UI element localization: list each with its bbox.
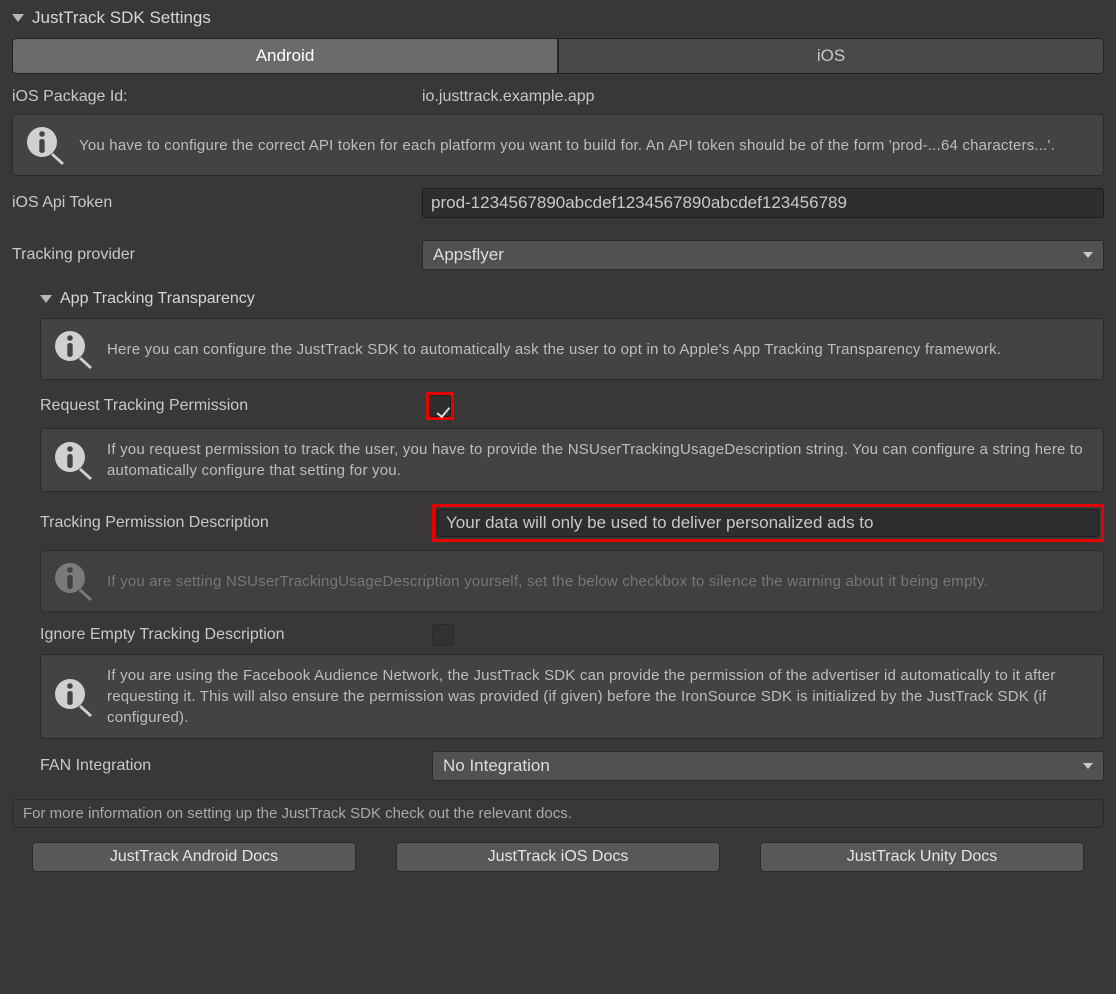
tracking-description-label: Tracking Permission Description bbox=[40, 514, 432, 532]
info-att-intro-text: Here you can configure the JustTrack SDK… bbox=[107, 339, 1001, 360]
info-api-token-text: You have to configure the correct API to… bbox=[79, 135, 1055, 156]
tab-android[interactable]: Android bbox=[12, 38, 558, 74]
info-icon bbox=[25, 125, 65, 165]
highlight-marker bbox=[426, 392, 454, 420]
collapse-toggle-icon[interactable] bbox=[12, 14, 24, 22]
android-docs-button[interactable]: JustTrack Android Docs bbox=[32, 842, 356, 872]
collapse-toggle-icon[interactable] bbox=[40, 295, 52, 303]
request-permission-checkbox[interactable] bbox=[429, 395, 451, 417]
att-title: App Tracking Transparency bbox=[60, 290, 255, 308]
tracking-provider-dropdown[interactable]: Appsflyer bbox=[422, 240, 1104, 270]
fan-integration-row: FAN Integration No Integration bbox=[40, 751, 1104, 781]
ios-docs-button[interactable]: JustTrack iOS Docs bbox=[396, 842, 720, 872]
footer-note: For more information on setting up the J… bbox=[12, 799, 1104, 828]
ignore-empty-checkbox[interactable] bbox=[432, 624, 454, 646]
request-permission-row: Request Tracking Permission bbox=[40, 392, 1104, 420]
highlight-marker bbox=[432, 504, 1104, 542]
att-header: App Tracking Transparency bbox=[40, 290, 1104, 308]
info-ignore-text: If you are setting NSUserTrackingUsageDe… bbox=[107, 571, 988, 592]
page-title: JustTrack SDK Settings bbox=[32, 8, 211, 28]
tracking-description-row: Tracking Permission Description bbox=[40, 504, 1104, 542]
tracking-provider-row: Tracking provider Appsflyer bbox=[12, 240, 1104, 270]
info-att-intro: Here you can configure the JustTrack SDK… bbox=[40, 318, 1104, 380]
ignore-empty-label: Ignore Empty Tracking Description bbox=[40, 626, 432, 644]
ignore-empty-row: Ignore Empty Tracking Description bbox=[40, 624, 1104, 646]
request-permission-label: Request Tracking Permission bbox=[40, 397, 426, 415]
settings-panel: JustTrack SDK Settings Android iOS iOS P… bbox=[0, 0, 1116, 890]
info-icon bbox=[53, 440, 93, 480]
package-id-label: iOS Package Id: bbox=[12, 88, 422, 106]
info-icon bbox=[53, 677, 93, 717]
tracking-description-input[interactable] bbox=[437, 509, 1099, 537]
tab-ios[interactable]: iOS bbox=[558, 38, 1104, 74]
api-token-label: iOS Api Token bbox=[12, 194, 422, 212]
att-section: App Tracking Transparency Here you can c… bbox=[12, 290, 1104, 781]
docs-buttons: JustTrack Android Docs JustTrack iOS Doc… bbox=[12, 842, 1104, 872]
package-id-value: io.justtrack.example.app bbox=[422, 88, 1104, 106]
api-token-row: iOS Api Token bbox=[12, 188, 1104, 218]
package-id-row: iOS Package Id: io.justtrack.example.app bbox=[12, 88, 1104, 106]
api-token-input[interactable] bbox=[422, 188, 1104, 218]
info-icon bbox=[53, 329, 93, 369]
info-api-token: You have to configure the correct API to… bbox=[12, 114, 1104, 176]
info-permission: If you request permission to track the u… bbox=[40, 428, 1104, 492]
info-fan: If you are using the Facebook Audience N… bbox=[40, 654, 1104, 739]
platform-tabs: Android iOS bbox=[12, 38, 1104, 74]
info-fan-text: If you are using the Facebook Audience N… bbox=[107, 665, 1091, 728]
info-ignore: If you are setting NSUserTrackingUsageDe… bbox=[40, 550, 1104, 612]
info-icon bbox=[53, 561, 93, 601]
fan-integration-dropdown[interactable]: No Integration bbox=[432, 751, 1104, 781]
info-permission-text: If you request permission to track the u… bbox=[107, 439, 1091, 481]
unity-docs-button[interactable]: JustTrack Unity Docs bbox=[760, 842, 1084, 872]
tracking-provider-label: Tracking provider bbox=[12, 246, 422, 264]
fan-integration-label: FAN Integration bbox=[40, 757, 432, 775]
header: JustTrack SDK Settings bbox=[12, 8, 1104, 28]
